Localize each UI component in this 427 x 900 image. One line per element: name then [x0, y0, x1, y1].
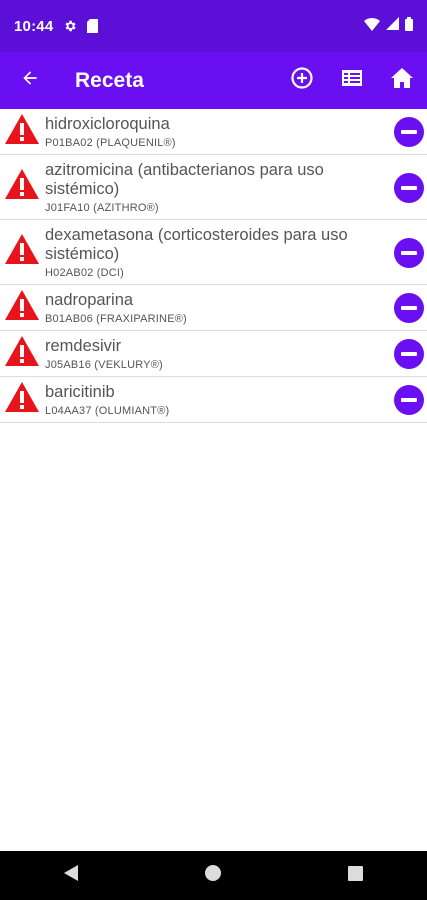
- remove-button[interactable]: [394, 173, 424, 203]
- prescription-list: hidroxicloroquina P01BA02 (PLAQUENIL®) a…: [0, 109, 427, 423]
- list-item[interactable]: azitromicina (antibacterianos para uso s…: [0, 155, 427, 220]
- add-circle-icon: [290, 66, 314, 95]
- back-button[interactable]: [0, 52, 60, 109]
- warning-icon: [5, 290, 39, 320]
- drug-name: baricitinib: [45, 383, 115, 401]
- system-nav-bar: [0, 851, 427, 900]
- settings-icon: [63, 19, 77, 33]
- list-item[interactable]: hidroxicloroquina P01BA02 (PLAQUENIL®): [0, 109, 427, 155]
- page-title: Receta: [75, 68, 144, 92]
- drug-name: hidroxicloroquina: [45, 115, 170, 133]
- drug-code: L04AA37 (OLUMIANT®): [45, 405, 170, 417]
- list-view-icon: [341, 69, 363, 92]
- list-item[interactable]: dexametasona (corticosteroides para uso …: [0, 220, 427, 285]
- remove-circle-icon: [401, 352, 417, 356]
- status-indicators: [364, 16, 413, 36]
- wifi-icon: [364, 17, 380, 36]
- list-item[interactable]: nadroparina B01AB06 (FRAXIPARINE®): [0, 285, 427, 331]
- signal-icon: [386, 17, 399, 35]
- remove-circle-icon: [401, 186, 417, 190]
- status-bar: 10:44: [0, 0, 427, 52]
- home-button[interactable]: [377, 52, 427, 109]
- app-bar: Receta: [0, 52, 427, 109]
- drug-name: remdesivir: [45, 337, 122, 355]
- remove-circle-icon: [401, 251, 417, 255]
- remove-button[interactable]: [394, 385, 424, 415]
- arrow-back-icon: [20, 68, 40, 93]
- warning-icon: [5, 336, 39, 366]
- remove-button[interactable]: [394, 339, 424, 369]
- drug-name: nadroparina: [45, 291, 134, 309]
- warning-icon: [5, 169, 39, 199]
- sd-card-icon: [87, 19, 99, 33]
- home-circle-icon: [205, 865, 222, 886]
- list-item[interactable]: baricitinib L04AA37 (OLUMIANT®): [0, 377, 427, 423]
- drug-code: P01BA02 (PLAQUENIL®): [45, 137, 176, 149]
- drug-code: H02AB02 (DCI): [45, 267, 125, 279]
- drug-code: J01FA10 (AZITHRO®): [45, 202, 159, 214]
- warning-icon: [5, 382, 39, 412]
- remove-circle-icon: [401, 398, 417, 402]
- list-view-button[interactable]: [327, 52, 377, 109]
- remove-button[interactable]: [394, 238, 424, 268]
- recents-square-icon: [348, 865, 364, 886]
- nav-back-button[interactable]: [41, 851, 101, 900]
- add-button[interactable]: [277, 52, 327, 109]
- warning-icon: [5, 114, 39, 144]
- remove-button[interactable]: [394, 293, 424, 323]
- remove-circle-icon: [401, 306, 417, 310]
- app-bar-actions: [277, 52, 427, 109]
- nav-recents-button[interactable]: [326, 851, 386, 900]
- remove-circle-icon: [401, 130, 417, 134]
- drug-code: B01AB06 (FRAXIPARINE®): [45, 313, 187, 325]
- drug-name: azitromicina (antibacterianos para uso s…: [45, 161, 324, 198]
- battery-icon: [405, 16, 413, 36]
- home-icon: [391, 68, 413, 93]
- drug-code: J05AB16 (VEKLURY®): [45, 359, 163, 371]
- back-triangle-icon: [64, 865, 79, 886]
- warning-icon: [5, 234, 39, 264]
- drug-name: dexametasona (corticosteroides para uso …: [45, 226, 348, 263]
- nav-home-button[interactable]: [183, 851, 243, 900]
- list-item[interactable]: remdesivir J05AB16 (VEKLURY®): [0, 331, 427, 377]
- status-time: 10:44: [14, 17, 54, 35]
- remove-button[interactable]: [394, 117, 424, 147]
